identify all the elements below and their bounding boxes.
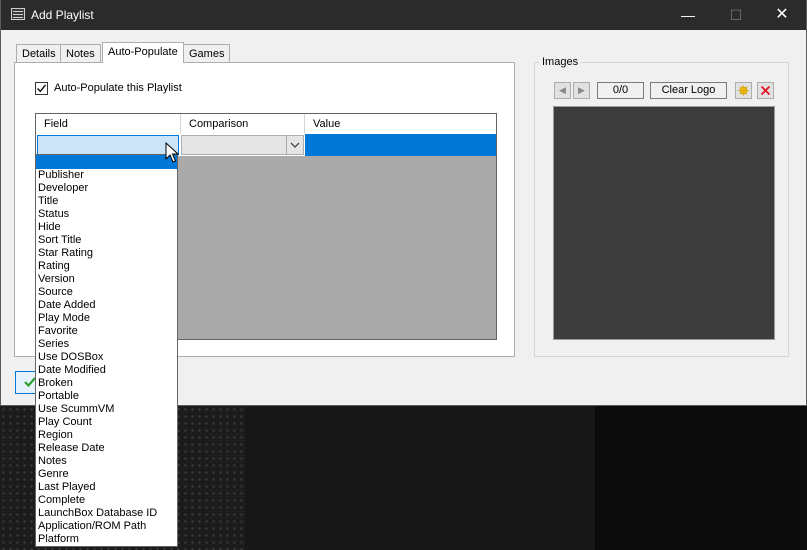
column-header-field[interactable]: Field (36, 114, 181, 134)
dropdown-option[interactable]: Star Rating (36, 247, 177, 260)
dropdown-option[interactable]: Genre (36, 468, 177, 481)
dropdown-option[interactable]: Play Mode (36, 312, 177, 325)
dropdown-option[interactable]: Title (36, 195, 177, 208)
dropdown-option[interactable]: Region (36, 429, 177, 442)
comparison-combobox[interactable] (181, 135, 304, 155)
dropdown-option[interactable] (36, 155, 177, 169)
dropdown-option[interactable]: Rating (36, 260, 177, 273)
dropdown-option[interactable]: Complete (36, 494, 177, 507)
dropdown-option[interactable]: Developer (36, 182, 177, 195)
dropdown-option[interactable]: Platform (36, 533, 177, 546)
title-bar[interactable]: Add Playlist — ☐ ✕ (1, 0, 806, 30)
checkmark-icon (37, 84, 47, 93)
dropdown-option[interactable]: Status (36, 208, 177, 221)
dropdown-option[interactable]: Version (36, 273, 177, 286)
previous-image-button[interactable]: ◀ (554, 82, 571, 99)
dropdown-option[interactable]: Favorite (36, 325, 177, 338)
dropdown-option[interactable]: Date Added (36, 299, 177, 312)
dropdown-option[interactable]: Date Modified (36, 364, 177, 377)
dropdown-option[interactable]: Portable (36, 390, 177, 403)
close-button[interactable]: ✕ (759, 0, 805, 30)
window-title: Add Playlist (31, 8, 94, 22)
delete-icon (760, 85, 771, 96)
column-header-comparison[interactable]: Comparison (181, 114, 305, 134)
dropdown-option[interactable]: Use DOSBox (36, 351, 177, 364)
grid-header: Field Comparison Value (36, 114, 496, 135)
chevron-down-icon[interactable] (286, 136, 303, 154)
field-dropdown-list[interactable]: Publisher Developer Title Status Hide Sort Ti… (35, 154, 178, 547)
value-cell[interactable] (305, 134, 496, 156)
auto-populate-label[interactable]: Auto-Populate this Playlist (54, 82, 182, 94)
clear-logo-button[interactable]: Clear Logo (650, 82, 727, 99)
dropdown-option[interactable]: Last Played (36, 481, 177, 494)
desktop-background-right (595, 406, 807, 550)
mouse-cursor-icon (165, 142, 179, 163)
tab-games[interactable]: Games (183, 44, 231, 62)
field-combobox[interactable] (37, 135, 179, 155)
desktop-background (245, 406, 595, 550)
minimize-button[interactable]: — (665, 0, 711, 30)
dropdown-option[interactable]: Hide (36, 221, 177, 234)
dropdown-option[interactable]: Broken (36, 377, 177, 390)
tab-notes[interactable]: Notes (60, 44, 101, 62)
add-image-icon (738, 85, 749, 96)
dropdown-option[interactable]: Notes (36, 455, 177, 468)
dropdown-option[interactable]: Play Count (36, 416, 177, 429)
maximize-button[interactable]: ☐ (713, 0, 759, 30)
dropdown-option[interactable]: Source (36, 286, 177, 299)
table-row[interactable] (36, 134, 496, 156)
dropdown-option[interactable]: LaunchBox Database ID (36, 507, 177, 520)
add-image-button[interactable] (735, 82, 752, 99)
next-image-button[interactable]: ▶ (573, 82, 590, 99)
tab-auto-populate[interactable]: Auto-Populate (102, 42, 184, 63)
dropdown-option[interactable]: Use ScummVM (36, 403, 177, 416)
dropdown-option[interactable]: Application/ROM Path (36, 520, 177, 533)
dropdown-option[interactable]: Sort Title (36, 234, 177, 247)
auto-populate-checkbox[interactable] (35, 82, 48, 95)
dropdown-option[interactable]: Publisher (36, 169, 177, 182)
images-group-title: Images (539, 56, 582, 68)
dropdown-option[interactable]: Release Date (36, 442, 177, 455)
column-header-value[interactable]: Value (305, 114, 496, 134)
dropdown-option[interactable]: Series (36, 338, 177, 351)
delete-image-button[interactable] (757, 82, 774, 99)
image-preview (553, 106, 775, 340)
app-icon (11, 8, 25, 20)
tab-details[interactable]: Details (16, 44, 62, 62)
image-counter: 0/0 (597, 82, 644, 99)
